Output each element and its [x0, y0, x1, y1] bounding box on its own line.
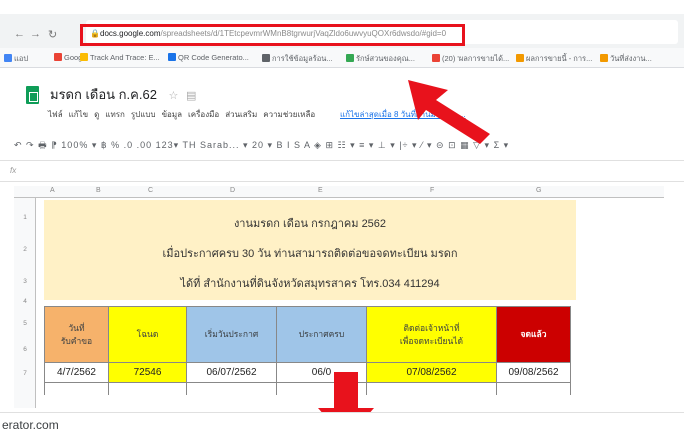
header-row: วันที่ รับคำขอ โฉนด เริ่มวันประกาศ ประกาศคร…	[44, 306, 571, 363]
column-header-cell[interactable]: ติดต่อเจ้าหน้าที่ เพื่อจดทะเบียนได้	[366, 306, 497, 363]
doc-title-text: มรดก เดือน ก.ค.62	[50, 87, 157, 102]
row-header-4[interactable]: 4	[14, 298, 36, 305]
bookmark-label: วันที่ส่งงาน...	[610, 54, 652, 63]
bookmark-favicon-icon	[80, 53, 88, 61]
table-cell[interactable]: 72546	[108, 362, 187, 383]
bookmark-label: Track And Trace: E...	[90, 53, 160, 62]
pointer-arrow-up-icon	[408, 80, 490, 144]
bookmark-label: QR Code Generato...	[178, 53, 249, 62]
table-row-partial	[44, 382, 571, 395]
menu-item[interactable]: รูปแบบ	[131, 110, 156, 119]
row-header-2[interactable]: 2	[14, 246, 36, 253]
column-header-cell[interactable]: วันที่ รับคำขอ	[44, 306, 109, 363]
url-highlight-box	[80, 24, 465, 46]
forward-icon[interactable]: →	[30, 28, 41, 40]
banner-line-3: ได้ที่ สำนักงานที่ดินจังหวัดสมุทรสาคร โท…	[180, 278, 440, 290]
bookmark-label: รักษ์สวนของคุณ...	[356, 54, 415, 63]
folder-icon[interactable]: ▤	[186, 90, 196, 102]
bookmark-favicon-icon	[4, 54, 12, 62]
col-header-c[interactable]: C	[148, 187, 153, 194]
menu-bar: ไฟล์ แก้ไข ดู แทรก รูปแบบ ข้อมูล เครื่องมือ ส่ว…	[48, 108, 321, 121]
col-header-a[interactable]: A	[50, 187, 55, 194]
inheritance-table: วันที่ รับคำขอ โฉนด เริ่มวันประกาศ ประกาศคร…	[44, 306, 571, 395]
col-header-b[interactable]: B	[96, 187, 101, 194]
bookmark-label: การใช้ข้อมูลร้อน...	[272, 54, 333, 63]
col-header-f[interactable]: F	[430, 187, 434, 194]
menu-item[interactable]: เครื่องมือ	[188, 110, 219, 119]
fx-icon: fx	[10, 166, 17, 175]
column-header-cell[interactable]: จดแล้ว	[496, 306, 571, 363]
bookmark-item[interactable]: (20) 'ผลการขายได้...	[432, 53, 509, 65]
column-headers[interactable]	[14, 186, 664, 198]
menu-item[interactable]: ไฟล์	[48, 110, 63, 119]
screenshot-stage: ← → ↻ 🔒 docs.google.com/spreadsheets/d/1…	[0, 0, 684, 441]
menu-item[interactable]: ความช่วยเหลือ	[263, 110, 315, 119]
banner-line-2: เมื่อประกาศครบ 30 วัน ท่านสามารถติดต่อขอ…	[162, 248, 458, 260]
table-cell[interactable]: 06/07/2562	[186, 362, 277, 383]
column-header-cell[interactable]: ประกาศครบ	[276, 306, 367, 363]
table-row: 4/7/2562 72546 06/07/2562 06/0 07/08/2562 09/…	[44, 362, 571, 383]
bookmark-favicon-icon	[432, 54, 440, 62]
menu-item[interactable]: ดู	[94, 110, 99, 119]
bookmark-label: แอป	[14, 54, 29, 63]
row-header-3[interactable]: 3	[14, 278, 36, 285]
bookmark-item[interactable]: รักษ์สวนของคุณ...	[346, 53, 415, 65]
footer-text: erator.com	[2, 418, 59, 432]
bookmark-favicon-icon	[346, 54, 354, 62]
menu-item[interactable]: แทรก	[105, 110, 125, 119]
column-header-cell[interactable]: โฉนด	[108, 306, 187, 363]
bookmark-item[interactable]: แอป	[4, 53, 28, 65]
row-header-6[interactable]: 6	[14, 346, 36, 353]
star-icon[interactable]: ☆	[169, 90, 179, 102]
col-header-d[interactable]: D	[230, 187, 235, 194]
table-cell[interactable]: 09/08/2562	[496, 362, 571, 383]
doc-title[interactable]: มรดก เดือน ก.ค.62 ☆ ▤	[50, 84, 196, 105]
bookmark-label: (20) 'ผลการขายได้...	[442, 54, 510, 63]
menu-item[interactable]: แก้ไข	[69, 110, 89, 119]
bookmark-item[interactable]: QR Code Generato...	[168, 53, 249, 62]
formula-bar[interactable]	[0, 160, 684, 182]
bookmark-item[interactable]: ผลการขายนี้ - การ...	[516, 53, 592, 65]
banner-line-1: งานมรดก เดือน กรกฎาคม 2562	[233, 218, 387, 230]
col-header-g[interactable]: G	[536, 187, 541, 194]
bookmark-favicon-icon	[168, 53, 176, 61]
back-icon[interactable]: ←	[14, 28, 25, 40]
bookmark-favicon-icon	[516, 54, 524, 62]
menu-item[interactable]: ส่วนเสริม	[225, 110, 257, 119]
row-header-5[interactable]: 5	[14, 320, 36, 327]
bookmark-favicon-icon	[262, 54, 270, 62]
bookmark-item[interactable]: การใช้ข้อมูลร้อน...	[262, 53, 333, 65]
bookmark-favicon-icon	[54, 53, 62, 61]
col-header-e[interactable]: E	[318, 187, 323, 194]
table-cell[interactable]: 07/08/2562	[366, 362, 497, 383]
row-header-7[interactable]: 7	[14, 370, 36, 377]
row-header-1[interactable]: 1	[14, 214, 36, 221]
reload-icon[interactable]: ↻	[48, 28, 57, 41]
table-cell[interactable]: 4/7/2562	[44, 362, 109, 383]
bookmark-item[interactable]: วันที่ส่งงาน...	[600, 53, 652, 65]
column-header-cell[interactable]: เริ่มวันประกาศ	[186, 306, 277, 363]
page-footer	[0, 412, 684, 441]
menu-item[interactable]: ข้อมูล	[162, 110, 182, 119]
bookmark-label: ผลการขายนี้ - การ...	[526, 54, 593, 63]
bookmark-favicon-icon	[600, 54, 608, 62]
sheets-logo-icon[interactable]	[26, 86, 39, 104]
bookmark-item[interactable]: Track And Trace: E...	[80, 53, 160, 62]
